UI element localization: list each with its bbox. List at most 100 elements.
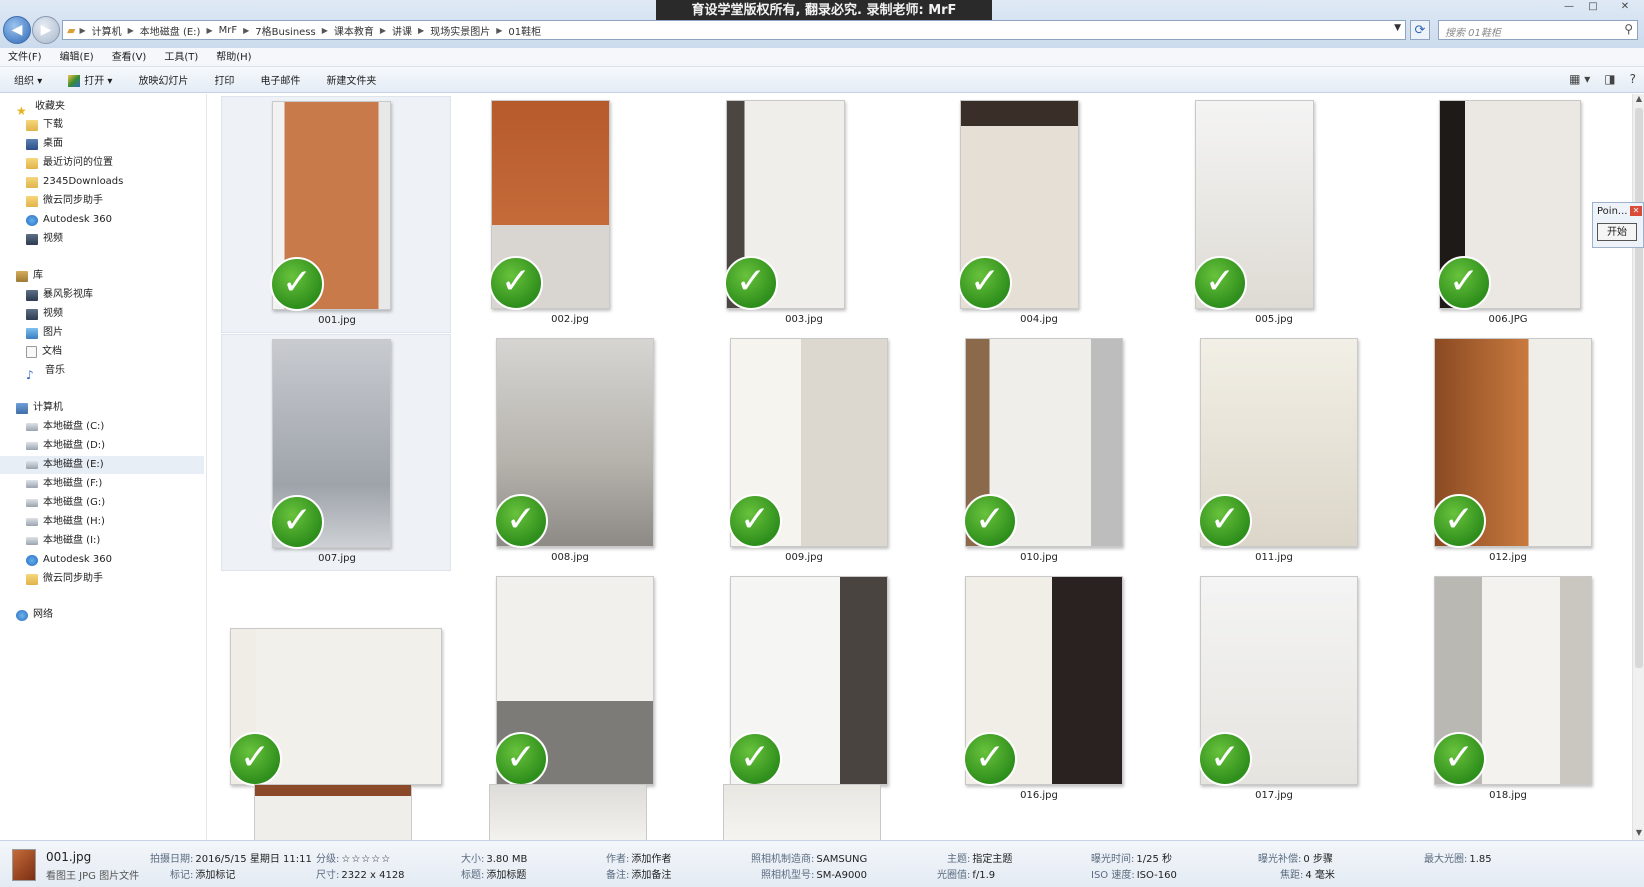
sidebar-item-music[interactable]: ♪ 音乐	[26, 362, 65, 382]
breadcrumb[interactable]: ▰ ▶ 计算机 ▶ 本地磁盘 (E:) ▶ MrF ▶ 7格Business ▶…	[62, 20, 1406, 40]
sidebar-computer[interactable]: 计算机	[16, 399, 63, 417]
file-tile[interactable]: ✓ 005.jpg	[1159, 96, 1389, 333]
scroll-down-icon[interactable]: ▼	[1633, 828, 1644, 840]
sidebar-label: 微云同步助手	[43, 195, 103, 206]
file-tile[interactable]: ✓ 012.jpg	[1393, 334, 1623, 571]
detail-value[interactable]: 添加作者	[631, 854, 671, 865]
sidebar-item-drive-e[interactable]: 本地磁盘 (E:)	[0, 456, 204, 474]
detail-tags[interactable]: 标记: 添加标记	[170, 866, 235, 881]
sidebar-label: 收藏夹	[35, 101, 65, 112]
menu-edit[interactable]: 编辑(E)	[60, 48, 94, 66]
chevron-down-icon[interactable]: ▼	[1394, 23, 1401, 33]
check-icon: ✓	[963, 732, 1017, 786]
help-icon[interactable]: ?	[1630, 72, 1636, 86]
file-tile[interactable]: ✓ 017.jpg	[1159, 572, 1389, 809]
sidebar-libraries[interactable]: 库	[16, 267, 43, 285]
detail-rating[interactable]: 分级: ☆☆☆☆☆	[316, 850, 391, 865]
file-tile[interactable]: ✓ 006.JPG	[1393, 96, 1623, 333]
sidebar-item-drive-d[interactable]: 本地磁盘 (D:)	[26, 437, 105, 455]
maximize-button[interactable]: □	[1582, 1, 1604, 15]
image-thumbnail[interactable]	[254, 784, 412, 840]
detail-subject[interactable]: 主题: 指定主题	[947, 850, 1012, 865]
sidebar-item-drive-i[interactable]: 本地磁盘 (I:)	[26, 532, 100, 550]
file-tile[interactable]: ✓ 014.jpg	[455, 572, 685, 809]
menu-help[interactable]: 帮助(H)	[216, 48, 251, 66]
breadcrumb-item[interactable]: 7格Business	[249, 23, 321, 38]
file-tile[interactable]: ✓ 007.jpg	[221, 334, 451, 571]
detail-comments[interactable]: 备注: 添加备注	[606, 866, 671, 881]
sidebar-item-weiyun[interactable]: 微云同步助手	[26, 192, 103, 210]
sidebar-item-downloads[interactable]: 下载	[26, 116, 63, 134]
file-tile[interactable]: ✓ 011.jpg	[1159, 334, 1389, 571]
file-tile[interactable]: ✓ 009.jpg	[689, 334, 919, 571]
preview-pane-icon[interactable]: ◨	[1604, 72, 1615, 86]
file-tile[interactable]: ✓ 015.jpg	[689, 572, 919, 809]
detail-value[interactable]: 指定主题	[972, 854, 1012, 865]
file-tile[interactable]: ✓ 008.jpg	[455, 334, 685, 571]
sidebar-item-drive-g[interactable]: 本地磁盘 (G:)	[26, 494, 105, 512]
search-icon[interactable]: ⚲	[1624, 22, 1633, 36]
sidebar-item-drive-c[interactable]: 本地磁盘 (C:)	[26, 418, 104, 436]
breadcrumb-item[interactable]: 现场实景图片	[424, 23, 496, 38]
breadcrumb-item[interactable]: 本地磁盘 (E:)	[134, 23, 207, 38]
file-tile[interactable]: ✓ 010.jpg	[924, 334, 1154, 571]
slideshow-button[interactable]: 放映幻灯片	[138, 72, 188, 87]
detail-value[interactable]: 添加标记	[195, 870, 235, 881]
back-button[interactable]: ◀	[3, 16, 31, 44]
print-button[interactable]: 打印	[214, 72, 234, 87]
sidebar-item-videos[interactable]: 视频	[26, 305, 63, 323]
scroll-up-icon[interactable]: ▲	[1633, 94, 1644, 106]
sidebar-item-autodesk-360[interactable]: Autodesk 360	[26, 551, 112, 569]
sidebar-label: 本地磁盘 (H:)	[43, 516, 105, 527]
refresh-button[interactable]: ⟳	[1410, 20, 1430, 40]
organize-button[interactable]: 组织 ▾	[14, 72, 42, 87]
breadcrumb-item[interactable]: 计算机	[86, 23, 128, 38]
file-tile[interactable]: ✓ 016.jpg	[924, 572, 1154, 809]
breadcrumb-item[interactable]: MrF	[213, 25, 244, 36]
sidebar-item-desktop[interactable]: 桌面	[26, 135, 63, 153]
detail-value[interactable]: 添加备注	[631, 870, 671, 881]
sidebar-item-weiyun-sync[interactable]: 微云同步助手	[26, 570, 103, 588]
new-folder-button[interactable]: 新建文件夹	[326, 72, 376, 87]
detail-title[interactable]: 标题: 添加标题	[461, 866, 526, 881]
sidebar-item-documents[interactable]: 文档	[26, 343, 62, 361]
detail-value[interactable]: 添加标题	[486, 870, 526, 881]
sidebar-favorites[interactable]: ★ 收藏夹	[16, 98, 65, 118]
rating-stars-icon[interactable]: ☆☆☆☆☆	[341, 854, 391, 865]
breadcrumb-item[interactable]: 课本教育	[328, 23, 380, 38]
minimize-button[interactable]: —	[1558, 1, 1580, 15]
menu-tools[interactable]: 工具(T)	[164, 48, 198, 66]
file-name: 008.jpg	[551, 552, 589, 563]
search-input[interactable]: 搜索 01鞋柜 ⚲	[1438, 20, 1638, 40]
breadcrumb-item[interactable]: 讲课	[386, 23, 418, 38]
file-tile[interactable]: ✓ 001.jpg	[221, 96, 451, 333]
image-thumbnail[interactable]	[489, 784, 647, 840]
view-options-icon[interactable]: ▦ ▾	[1569, 72, 1590, 86]
open-button[interactable]: 打开 ▾	[68, 72, 112, 87]
breadcrumb-item[interactable]: 01鞋柜	[502, 23, 547, 38]
file-tile[interactable]: ✓ 004.jpg	[924, 96, 1154, 333]
sidebar-item-2345downloads[interactable]: 2345Downloads	[26, 173, 123, 191]
forward-button[interactable]: ▶	[32, 16, 60, 44]
image-thumbnail[interactable]	[723, 784, 881, 840]
sidebar-item-pictures[interactable]: 图片	[26, 324, 63, 342]
file-tile[interactable]: ✓ 013.jpg	[221, 572, 451, 809]
close-icon[interactable]: ✕	[1630, 206, 1642, 216]
menu-view[interactable]: 查看(V)	[112, 48, 147, 66]
sidebar-item-drive-f[interactable]: 本地磁盘 (F:)	[26, 475, 102, 493]
scrollbar-thumb[interactable]	[1635, 108, 1643, 668]
file-tile[interactable]: ✓ 018.jpg	[1393, 572, 1623, 809]
sidebar-item-drive-h[interactable]: 本地磁盘 (H:)	[26, 513, 105, 531]
sidebar-network[interactable]: 网络	[16, 606, 53, 624]
menu-file[interactable]: 文件(F)	[8, 48, 42, 66]
file-tile[interactable]: ✓ 002.jpg	[455, 96, 685, 333]
sidebar-item-video[interactable]: 视频	[26, 230, 63, 248]
file-tile[interactable]: ✓ 003.jpg	[689, 96, 919, 333]
sidebar-item-autodesk[interactable]: Autodesk 360	[26, 211, 112, 229]
sidebar-item-recent[interactable]: 最近访问的位置	[26, 154, 113, 172]
detail-author[interactable]: 作者: 添加作者	[606, 850, 671, 865]
email-button[interactable]: 电子邮件	[260, 72, 300, 87]
start-button[interactable]: 开始	[1597, 223, 1637, 241]
sidebar-item-baofeng[interactable]: 暴风影视库	[26, 286, 93, 304]
close-button[interactable]: ✕	[1614, 1, 1636, 15]
